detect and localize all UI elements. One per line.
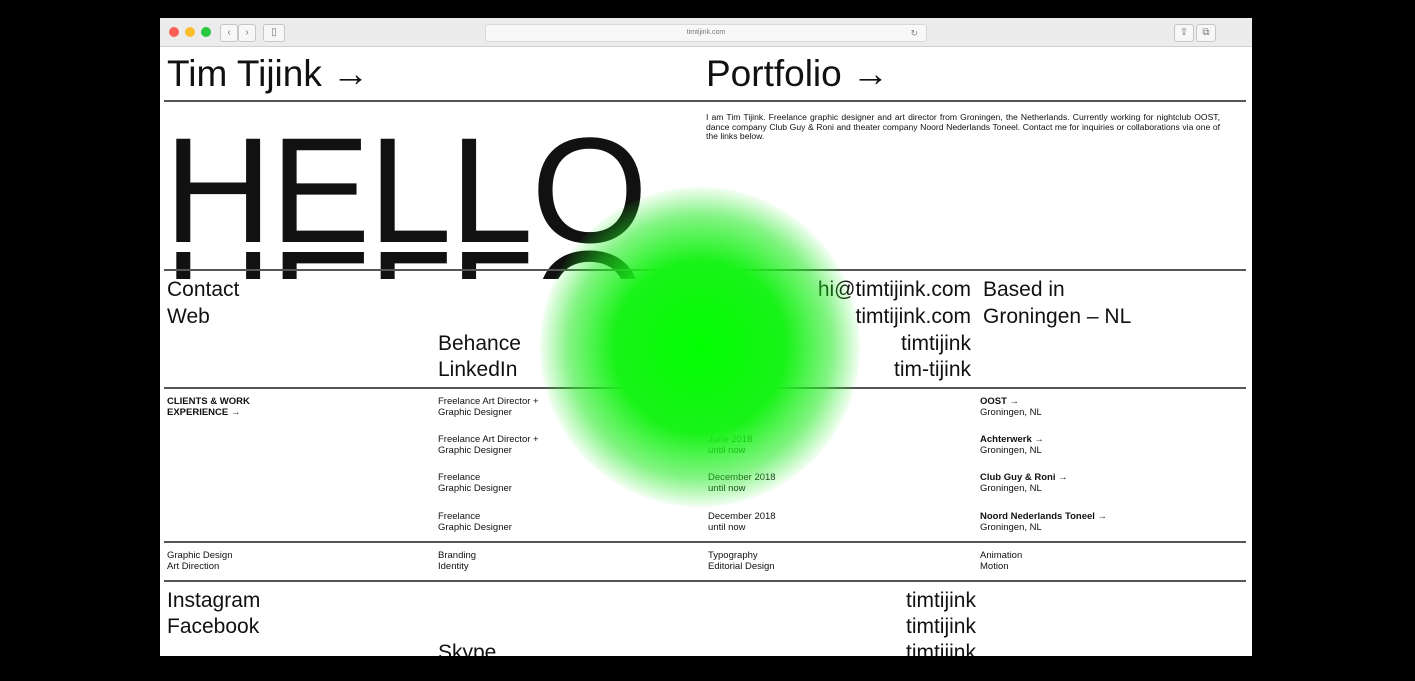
job-date: December 2018 until now (708, 511, 776, 533)
email-link[interactable]: hi@timtijink.com (818, 276, 971, 303)
contact-label: Contact (167, 278, 240, 301)
job-role: Freelance Graphic Designer (438, 511, 512, 533)
based-in-label: Based in (983, 278, 1065, 301)
web-label: Web (167, 305, 210, 328)
divider (164, 387, 1246, 389)
address-bar[interactable]: timtijink.com ↻ (485, 24, 927, 42)
behance-label: Behance (438, 332, 521, 355)
browser-window: ‹ › ▯ timtijink.com ↻ ⇪ ⧉ Tim Tijink → P… (160, 18, 1252, 656)
forward-button[interactable]: › (238, 24, 256, 42)
zoom-window-button[interactable] (201, 27, 211, 37)
divider (164, 269, 1246, 271)
job-role: Freelance Art Director + Graphic Designer (438, 396, 539, 418)
sidebar-icon: ▯ (271, 27, 277, 38)
experience-heading: CLIENTS & WORK EXPERIENCE → (167, 396, 250, 418)
behance-link[interactable]: timtijink (901, 330, 971, 357)
linkedin-label: LinkedIn (438, 358, 518, 381)
job-date: June 2018 until now (708, 396, 753, 418)
url-text: timtijink.com (686, 29, 726, 36)
job-date: June 2018 until now (708, 434, 753, 456)
share-button[interactable]: ⇪ (1174, 24, 1194, 42)
job-role: Freelance Graphic Designer (438, 472, 512, 494)
website-link[interactable]: timtijink.com (855, 303, 971, 330)
chevron-right-icon: › (245, 27, 249, 38)
browser-toolbar: ‹ › ▯ timtijink.com ↻ ⇪ ⧉ (160, 18, 1252, 47)
divider (164, 541, 1246, 543)
facebook-link[interactable]: timtijink (906, 613, 976, 640)
divider (164, 100, 1246, 102)
skill-group: Animation Motion (980, 550, 1023, 572)
close-window-button[interactable] (169, 27, 179, 37)
chevron-left-icon: ‹ (227, 27, 231, 38)
client-link[interactable]: Club Guy & Roni → Groningen, NL (980, 472, 1068, 494)
bio-text: I am Tim Tijink. Freelance graphic desig… (706, 112, 1220, 141)
portfolio-link[interactable]: Portfolio → (706, 54, 889, 94)
instagram-label: Instagram (167, 589, 261, 612)
share-icon: ⇪ (1179, 27, 1189, 38)
client-link[interactable]: Achterwerk → Groningen, NL (980, 434, 1044, 456)
tabs-icon: ⧉ (1202, 27, 1210, 38)
job-role: Freelance Art Director + Graphic Designer (438, 434, 539, 456)
experience-heading-line: EXPERIENCE → (167, 407, 241, 418)
facebook-label: Facebook (167, 615, 260, 638)
client-link[interactable]: OOST → Groningen, NL (980, 396, 1042, 418)
skill-group: Graphic Design Art Direction (167, 550, 233, 572)
site-name-link[interactable]: Tim Tijink → (167, 54, 369, 94)
job-date: December 2018 until now (708, 472, 776, 494)
hello-word-reflection: HELLO (164, 220, 646, 279)
skype-label: Skype (438, 641, 497, 656)
web-page: Tim Tijink → Portfolio → HELLO HELLO I a… (160, 47, 1252, 656)
back-button[interactable]: ‹ (220, 24, 238, 42)
client-link[interactable]: Noord Nederlands Toneel → Groningen, NL (980, 511, 1107, 533)
skype-link[interactable]: timtijink (906, 639, 976, 656)
skill-group: Typography Editorial Design (708, 550, 775, 572)
sidebar-button[interactable]: ▯ (263, 24, 285, 42)
instagram-link[interactable]: timtijink (906, 587, 976, 614)
experience-heading-line: CLIENTS & WORK (167, 396, 250, 407)
linkedin-link[interactable]: tim-tijink (894, 356, 971, 383)
hello-graphic: HELLO HELLO (164, 119, 724, 279)
tabs-button[interactable]: ⧉ (1196, 24, 1216, 42)
minimize-window-button[interactable] (185, 27, 195, 37)
reload-icon[interactable]: ↻ (910, 25, 918, 41)
skill-group: Branding Identity (438, 550, 477, 572)
divider (164, 580, 1246, 582)
location-text: Groningen – NL (983, 305, 1132, 328)
